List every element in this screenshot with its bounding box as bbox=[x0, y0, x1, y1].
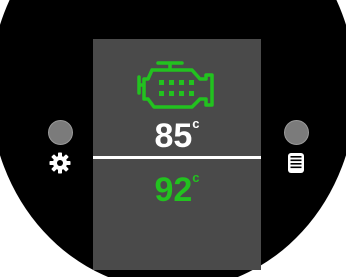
divider bbox=[93, 156, 261, 159]
current-temperature-value: 85 bbox=[154, 117, 193, 155]
alarm-temperature-value: 92 bbox=[154, 171, 193, 209]
gear-icon[interactable] bbox=[48, 151, 72, 175]
right-button[interactable] bbox=[284, 120, 309, 145]
current-temperature-unit: c bbox=[192, 116, 200, 131]
alarm-temperature-unit: c bbox=[192, 170, 200, 185]
current-temperature: 85c bbox=[93, 116, 261, 155]
list-icon[interactable] bbox=[284, 151, 308, 175]
alarm-temperature: 92c bbox=[93, 170, 261, 209]
left-button[interactable] bbox=[48, 120, 73, 145]
engine-icon bbox=[137, 61, 214, 109]
screen: 85c 92c bbox=[93, 39, 261, 270]
device-display: 85c 92c bbox=[0, 0, 346, 277]
